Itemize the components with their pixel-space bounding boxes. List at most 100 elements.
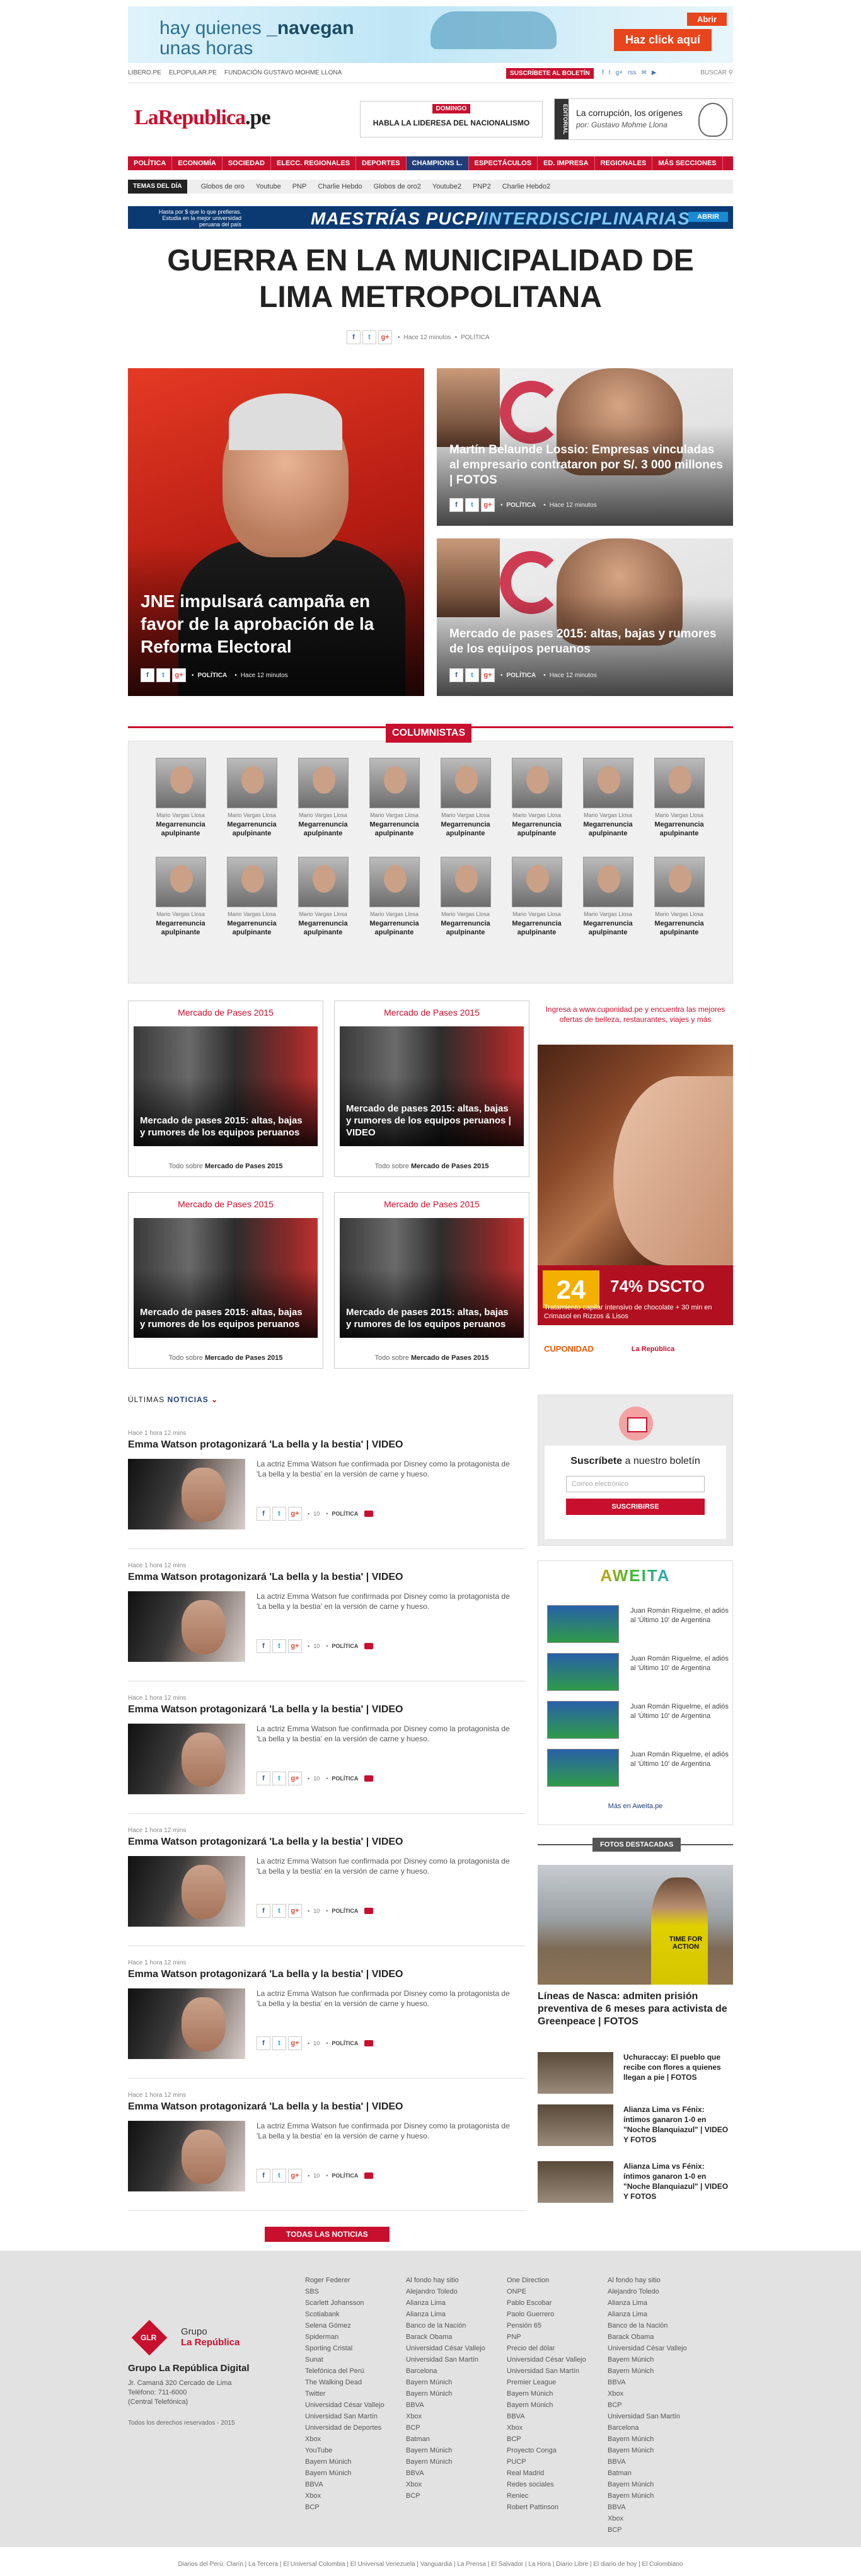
- aweita-thumb[interactable]: [547, 1653, 619, 1691]
- columnist-article-title[interactable]: Megarrenuncia apulpinante: [216, 820, 287, 838]
- columnist-name[interactable]: Mario Vargas Llosa: [644, 812, 715, 818]
- columnist-item[interactable]: Mario Vargas Llosa Megarrenuncia apulpina…: [216, 857, 287, 937]
- columnist-name[interactable]: Mario Vargas Llosa: [216, 812, 287, 818]
- mercado-card-title[interactable]: Mercado de pases 2015: altas, bajas y ru…: [140, 1115, 310, 1139]
- hero-side-story[interactable]: Mercado de pases 2015: altas, bajas y ru…: [437, 538, 733, 696]
- nav-politica[interactable]: POLÍTICA: [128, 156, 173, 170]
- twitter-share-icon[interactable]: t: [156, 668, 170, 682]
- columnist-item[interactable]: Mario Vargas Llosa Megarrenuncia apulpina…: [145, 857, 216, 937]
- columnist-name[interactable]: Mario Vargas Llosa: [572, 812, 644, 818]
- news-title[interactable]: Emma Watson protagonizará 'La bella y la…: [128, 1704, 525, 1715]
- columnist-article-title[interactable]: Megarrenuncia apulpinante: [430, 919, 501, 937]
- nav-ed-impresa[interactable]: ED. IMPRESA: [538, 156, 595, 170]
- hero-category[interactable]: POLÍTICA: [198, 672, 228, 679]
- columnist-item[interactable]: Mario Vargas Llosa Megarrenuncia apulpina…: [644, 857, 715, 937]
- footer-link[interactable]: Bayern Múnich: [608, 2445, 702, 2456]
- google-share-icon[interactable]: g+: [378, 330, 392, 344]
- footer-link[interactable]: Alejandro Toledo: [608, 2286, 702, 2297]
- mercado-footer-link[interactable]: Mercado de Pases 2015: [411, 1354, 489, 1362]
- cuponidad-logo[interactable]: CUPONIDAD: [544, 1344, 594, 1354]
- google-share-icon[interactable]: g+: [288, 1904, 302, 1918]
- columnist-name[interactable]: Mario Vargas Llosa: [572, 911, 644, 917]
- columnist-photo[interactable]: [369, 857, 420, 907]
- footer-link[interactable]: Redes sociales: [507, 2479, 601, 2490]
- news-title[interactable]: Emma Watson protagonizará 'La bella y la…: [128, 1572, 525, 1583]
- mercado-card[interactable]: Mercado de Pases 2015 Mercado de pases 2…: [334, 1001, 529, 1177]
- featured-photo[interactable]: TIME FOR ACTION: [538, 1865, 733, 1985]
- columnist-article-title[interactable]: Megarrenuncia apulpinante: [430, 820, 501, 838]
- columnist-photo[interactable]: [511, 857, 562, 907]
- twitter-share-icon[interactable]: t: [465, 668, 479, 682]
- footer-link[interactable]: BBVA: [305, 2479, 400, 2490]
- columnist-name[interactable]: Mario Vargas Llosa: [145, 812, 216, 818]
- footer-link[interactable]: Alianza Lima: [608, 2297, 702, 2309]
- link-libero[interactable]: LIBERO.PE: [128, 69, 161, 76]
- footer-link[interactable]: BBVA: [608, 2377, 702, 2388]
- nav-elecciones[interactable]: ELECC. REGIONALES: [271, 156, 357, 170]
- facebook-share-icon[interactable]: f: [449, 498, 463, 512]
- chevron-down-icon[interactable]: ⌄: [211, 1395, 218, 1404]
- footer-link[interactable]: BBVA: [608, 2456, 702, 2468]
- mercado-card[interactable]: Mercado de Pases 2015 Mercado de pases 2…: [334, 1192, 529, 1369]
- mercado-card-image[interactable]: Mercado de pases 2015: altas, bajas y ru…: [340, 1026, 524, 1146]
- columnist-name[interactable]: Mario Vargas Llosa: [644, 911, 715, 917]
- hero-main-story[interactable]: JNE impulsará campaña en favor de la apr…: [128, 368, 424, 696]
- facebook-share-icon[interactable]: f: [141, 668, 154, 682]
- columnist-name[interactable]: Mario Vargas Llosa: [145, 911, 216, 917]
- columnist-name[interactable]: Mario Vargas Llosa: [359, 812, 430, 818]
- columnist-item[interactable]: Mario Vargas Llosa Megarrenuncia apulpina…: [572, 857, 644, 937]
- news-title[interactable]: Emma Watson protagonizará 'La bella y la…: [128, 1969, 525, 1980]
- footer-link[interactable]: The Walking Dead: [305, 2377, 400, 2388]
- footer-link[interactable]: Barcelona: [406, 2365, 500, 2377]
- photo-list-item[interactable]: Alianza Lima vs Fénix: íntimos ganaron 1…: [538, 2104, 733, 2151]
- twitter-share-icon[interactable]: t: [465, 498, 479, 512]
- twitter-share-icon[interactable]: t: [272, 1639, 286, 1653]
- footer-link[interactable]: BCP: [507, 2434, 601, 2445]
- footer-link[interactable]: Roger Federer: [305, 2275, 400, 2286]
- columnist-article-title[interactable]: Megarrenuncia apulpinante: [644, 820, 715, 838]
- footer-link[interactable]: BCP: [406, 2422, 500, 2434]
- facebook-share-icon[interactable]: f: [257, 2169, 270, 2183]
- comment-count[interactable]: 10: [313, 1643, 320, 1649]
- news-item[interactable]: Hace 1 hora 12 mins Emma Watson protagoni…: [128, 2092, 525, 2212]
- mercado-card-title[interactable]: Mercado de pases 2015: altas, bajas y ru…: [346, 1103, 516, 1139]
- columnist-photo[interactable]: [298, 857, 349, 907]
- aweita-thumb[interactable]: [547, 1749, 619, 1787]
- footer-link[interactable]: ONPE: [507, 2286, 601, 2297]
- photo-item-title[interactable]: Uchuraccay: El pueblo que recibe con flo…: [623, 2052, 733, 2082]
- footer-link[interactable]: Al fondo hay sitio: [608, 2275, 702, 2286]
- aweita-item-title[interactable]: Juan Román Riquelme, el adiós al 'Último…: [630, 1606, 730, 1625]
- footer-link[interactable]: Xbox: [406, 2479, 500, 2490]
- footer-link[interactable]: Universidad San Martín: [608, 2411, 702, 2422]
- comment-count[interactable]: 10: [313, 1775, 320, 1782]
- columnist-article-title[interactable]: Megarrenuncia apulpinante: [644, 919, 715, 937]
- footer-link[interactable]: Bayern Múnich: [305, 2456, 400, 2468]
- news-title[interactable]: Emma Watson protagonizará 'La bella y la…: [128, 2101, 525, 2113]
- mercado-card[interactable]: Mercado de Pases 2015 Mercado de pases 2…: [128, 1192, 323, 1369]
- columnist-article-title[interactable]: Megarrenuncia apulpinante: [572, 820, 644, 838]
- facebook-share-icon[interactable]: f: [257, 1904, 270, 1918]
- subscribe-newsletter-button[interactable]: SUSCRÍBETE AL BOLETÍN: [506, 68, 594, 79]
- aweita-thumb[interactable]: [547, 1701, 619, 1739]
- footer-link[interactable]: Pablo Escobar: [507, 2297, 601, 2309]
- photo-list-item[interactable]: Uchuraccay: El pueblo que recibe con flo…: [538, 2052, 733, 2099]
- larepublica-logo[interactable]: La República: [632, 1345, 674, 1353]
- facebook-share-icon[interactable]: f: [257, 2036, 270, 2050]
- ad-open-button[interactable]: Abrir: [686, 13, 727, 26]
- nav-sociedad[interactable]: SOCIEDAD: [222, 156, 271, 170]
- footer-link[interactable]: Real Madrid: [507, 2468, 601, 2479]
- footer-link[interactable]: Universidad César Vallejo: [507, 2354, 601, 2365]
- columnist-photo[interactable]: [226, 857, 277, 907]
- google-share-icon[interactable]: g+: [288, 1507, 302, 1521]
- footer-link[interactable]: Proyecto Conga: [507, 2445, 601, 2456]
- footer-link[interactable]: Bayern Múnich: [406, 2445, 500, 2456]
- footer-link[interactable]: Selena Gómez: [305, 2320, 400, 2331]
- mercado-card-image[interactable]: Mercado de pases 2015: altas, bajas y ru…: [134, 1026, 318, 1146]
- columnist-article-title[interactable]: Megarrenuncia apulpinante: [287, 919, 359, 937]
- google-share-icon[interactable]: g+: [288, 1772, 302, 1785]
- columnist-name[interactable]: Mario Vargas Llosa: [430, 911, 501, 917]
- comment-count[interactable]: 10: [313, 1511, 320, 1517]
- columnist-item[interactable]: Mario Vargas Llosa Megarrenuncia apulpina…: [430, 857, 501, 937]
- footer-link[interactable]: Batman: [406, 2434, 500, 2445]
- photo-thumb[interactable]: [538, 2161, 613, 2203]
